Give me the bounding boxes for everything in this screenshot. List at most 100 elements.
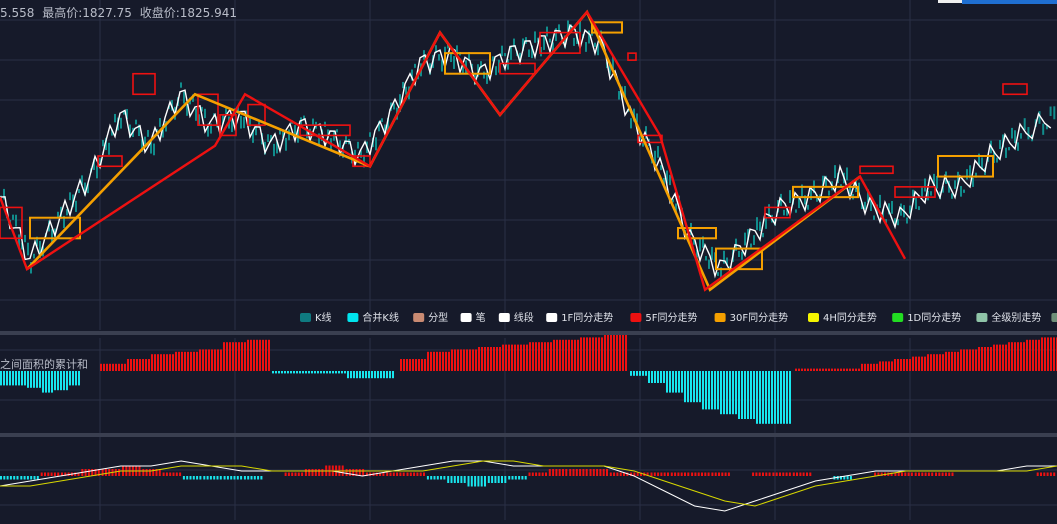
kline-bar-191 (573, 37, 575, 46)
macd-bar-26-2 (535, 472, 538, 476)
macd-bar-29-2 (596, 469, 599, 476)
area-bar-1-199 (199, 349, 201, 371)
area-bar-3-532 (532, 342, 534, 371)
macd-bar-22-4 (460, 476, 463, 483)
area-bar-5-885 (885, 361, 887, 371)
area-bar-4-678 (678, 371, 680, 393)
macd-bar-5-4 (114, 469, 117, 476)
zs-5f-box-15 (1002, 83, 1028, 96)
kline-bar-40 (120, 117, 122, 129)
kline-bar-61 (183, 91, 185, 104)
macd-bar-39-0 (792, 472, 795, 476)
macd-bar-26-1 (531, 472, 534, 476)
area-bar-4-642 (642, 371, 644, 376)
macd-bar-17-1 (348, 469, 351, 476)
area-bar-5-978 (978, 347, 980, 371)
area-bar-1-247 (247, 339, 249, 371)
macd-bar-28-3 (579, 469, 582, 476)
kline-bar-310 (930, 191, 932, 196)
area-bar-5-843 (843, 368, 845, 371)
macd-bar-20-3 (416, 472, 419, 476)
legend-label-5: 1F同分走势 (561, 311, 613, 324)
area-bar-5-960 (960, 349, 962, 371)
area-bar-4-738 (738, 371, 740, 419)
macd-bar-37-4 (765, 472, 768, 476)
macd-bar-27-1 (552, 469, 555, 476)
macd-bar-34-3 (701, 472, 703, 476)
area-bar-0-12 (12, 371, 14, 386)
area-bar-4-759 (759, 371, 761, 424)
macd-bar-35-0 (711, 472, 714, 476)
area-bar-0-75 (75, 371, 77, 386)
kline-bar-237 (711, 246, 713, 260)
area-bar-2-389 (389, 371, 391, 379)
macd-bar-25-5 (524, 476, 527, 480)
area-bar-1-268 (268, 339, 270, 371)
zs-5f-box-13 (859, 165, 894, 175)
area-bar-1-187 (187, 351, 189, 371)
macd-bar-28-1 (572, 469, 575, 476)
macd-bar-9-3 (192, 476, 195, 480)
legend-swatch-11 (1051, 313, 1057, 322)
kline-bar-80 (240, 115, 242, 129)
area-bar-4-777 (777, 371, 779, 424)
legend-swatch-10 (976, 313, 988, 322)
kline-bar-288 (864, 201, 866, 210)
macd-bar-33-1 (674, 472, 677, 476)
area-bar-0-57 (57, 371, 59, 391)
macd-bar-25-4 (521, 476, 524, 480)
area-bar-2-374 (374, 371, 376, 379)
macd-bar-51-4 (1049, 472, 1052, 476)
macd-bar-14-5 (301, 472, 304, 476)
area-bar-2-359 (359, 371, 361, 379)
area-bar-5-816 (816, 368, 818, 371)
macd-bar-35-4 (724, 472, 727, 476)
area-bar-3-451 (451, 349, 453, 371)
macd-bar-31-2 (636, 472, 639, 476)
macd-bar-38-4 (785, 472, 788, 476)
area-bar-3-403 (403, 359, 405, 371)
legend-swatch-7 (714, 313, 726, 322)
kline-bar-34 (102, 139, 104, 147)
area-bar-0-42 (42, 371, 44, 393)
panel-divider-2 (0, 433, 1057, 437)
kline-bar-75 (225, 108, 227, 114)
area-bar-3-601 (601, 337, 603, 371)
area-bar-5-924 (924, 356, 926, 371)
macd-bar-46-4 (948, 472, 951, 476)
macd-bar-41-4 (846, 476, 849, 480)
kline-bar-341 (1023, 118, 1026, 131)
kline-bar-81 (243, 117, 245, 129)
area-bar-1-256 (256, 339, 258, 371)
macd-bar-11-3 (233, 476, 236, 480)
macd-bar-37-2 (758, 472, 761, 476)
top-scroll-bar[interactable] (962, 0, 1057, 4)
macd-bar-9-0 (182, 476, 185, 480)
kline-bar-98 (294, 125, 296, 136)
area-bar-4-783 (783, 371, 785, 424)
area-bar-3-478 (478, 347, 480, 371)
legend-label-6: 5F同分走势 (645, 311, 697, 324)
kline-bar-276 (828, 190, 830, 196)
area-bar-4-735 (735, 371, 737, 415)
panel-divider-1 (0, 331, 1057, 335)
area-bar-1-178 (178, 351, 180, 371)
area-bar-4-681 (681, 371, 683, 393)
area-bar-1-160 (160, 354, 162, 371)
area-bar-3-577 (577, 339, 579, 371)
kline-bar-198 (594, 42, 596, 47)
area-bar-5-1053 (1053, 337, 1055, 371)
macd-bar-22-0 (447, 476, 450, 483)
legend-label-1: 合并K线 (362, 311, 399, 324)
macd-bar-25-2 (514, 476, 517, 480)
area-bar-0-63 (63, 371, 65, 391)
area-bar-0-15 (15, 371, 17, 386)
area-bar-1-175 (175, 351, 177, 371)
macd-bar-27-5 (565, 469, 568, 476)
macd-bar-1-0 (20, 476, 23, 480)
macd-bar-37-5 (768, 472, 771, 476)
kline-bar-119 (357, 141, 359, 149)
area-bar-4-663 (663, 371, 665, 383)
macd-bar-23-1 (470, 476, 473, 487)
macd-bar-0-3 (9, 476, 12, 480)
